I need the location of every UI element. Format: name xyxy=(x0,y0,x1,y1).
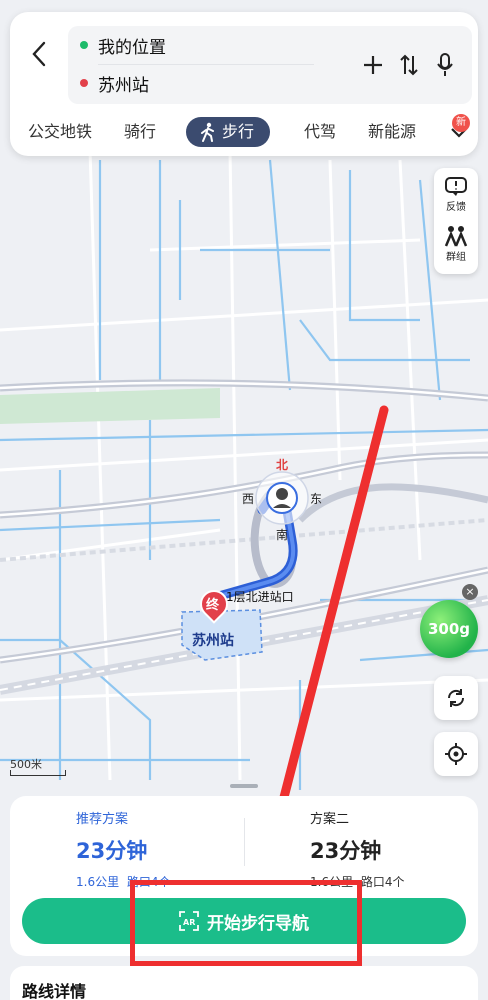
tab-new-energy[interactable]: 新能源 xyxy=(368,118,416,146)
highlight-annotation-box xyxy=(130,880,362,966)
walking-person-icon xyxy=(201,122,214,142)
voice-input-button[interactable] xyxy=(434,52,456,78)
plan-recommended-distance: 1.6公里 xyxy=(76,875,120,889)
route-details-title: 路线详情 xyxy=(22,982,87,1000)
plan-two-tag: 方案二 xyxy=(310,812,350,827)
route-input-box: 我的位置 苏州站 xyxy=(68,26,472,104)
feedback-button[interactable]: 反馈 xyxy=(434,176,478,213)
plan-recommended[interactable]: 推荐方案 23分钟 1.6公里 路口4个 xyxy=(76,808,171,890)
carbon-saving-value: 300g xyxy=(427,620,471,638)
plan-recommended-time: 23分钟 xyxy=(76,839,148,863)
end-point-row[interactable]: 苏州站 xyxy=(80,70,149,96)
eco-close-button[interactable]: × xyxy=(462,584,478,600)
group-button[interactable]: 群组 xyxy=(434,224,478,263)
add-waypoint-button[interactable] xyxy=(362,52,384,78)
end-dot-icon xyxy=(80,79,88,87)
mic-icon xyxy=(437,53,453,76)
plan-recommended-tag: 推荐方案 xyxy=(76,812,129,827)
locate-me-button[interactable] xyxy=(434,732,478,776)
back-arrow-icon xyxy=(32,41,46,67)
tab-driver[interactable]: 代驾 xyxy=(304,118,336,146)
travel-mode-tabs: 公交地铁 骑行 步行 代驾 新能源 新 xyxy=(10,114,478,148)
group-label: 群组 xyxy=(446,252,466,263)
plan-two-time: 23分钟 xyxy=(310,839,382,863)
group-people-icon xyxy=(444,226,468,247)
compass-north-label: 北 xyxy=(276,458,289,472)
start-point-label: 我的位置 xyxy=(98,37,166,58)
more-modes-button[interactable]: 新 xyxy=(446,114,472,146)
swap-icon xyxy=(400,54,418,76)
refresh-icon xyxy=(447,689,465,707)
route-header-card: 我的位置 苏州站 公交地铁 骑行 步行 代驾 新能源 新 xyxy=(10,12,478,156)
plan-divider xyxy=(244,818,245,866)
swap-route-button[interactable] xyxy=(398,52,420,78)
route-divider xyxy=(98,64,314,65)
compass-east-label: 东 xyxy=(310,492,323,506)
side-tools-panel: 反馈 群组 xyxy=(434,168,478,274)
carbon-saving-badge[interactable]: 300g xyxy=(420,600,478,658)
plan-two[interactable]: 方案二 23分钟 1.6公里 路口4个 xyxy=(310,808,405,890)
feedback-icon xyxy=(445,177,467,196)
start-dot-icon xyxy=(80,41,88,49)
compass-west-label: 西 xyxy=(242,492,255,506)
back-button[interactable] xyxy=(24,34,54,74)
map-scale-bar xyxy=(10,770,66,776)
end-marker-label: 终 xyxy=(206,598,220,613)
tab-transit[interactable]: 公交地铁 xyxy=(28,118,92,146)
refresh-route-button[interactable] xyxy=(434,676,478,720)
feedback-label: 反馈 xyxy=(446,202,466,213)
compass-south-label: 南 xyxy=(276,528,289,542)
tab-walking-label: 步行 xyxy=(222,122,255,141)
tab-walking[interactable]: 步行 xyxy=(186,117,271,147)
start-point-row[interactable]: 我的位置 xyxy=(80,32,166,58)
end-point-label: 苏州站 xyxy=(98,75,149,96)
station-entrance-label[interactable]: 1层北进站口 xyxy=(226,588,294,605)
locate-icon xyxy=(445,743,467,765)
sheet-drag-handle[interactable] xyxy=(230,784,258,788)
new-badge: 新 xyxy=(452,114,470,132)
tab-cycling[interactable]: 骑行 xyxy=(124,118,156,146)
route-details-card[interactable]: 路线详情 xyxy=(10,966,478,1000)
plan-two-crossings: 路口4个 xyxy=(360,875,405,889)
plus-icon xyxy=(364,56,382,74)
station-label[interactable]: 苏州站 xyxy=(192,630,234,650)
